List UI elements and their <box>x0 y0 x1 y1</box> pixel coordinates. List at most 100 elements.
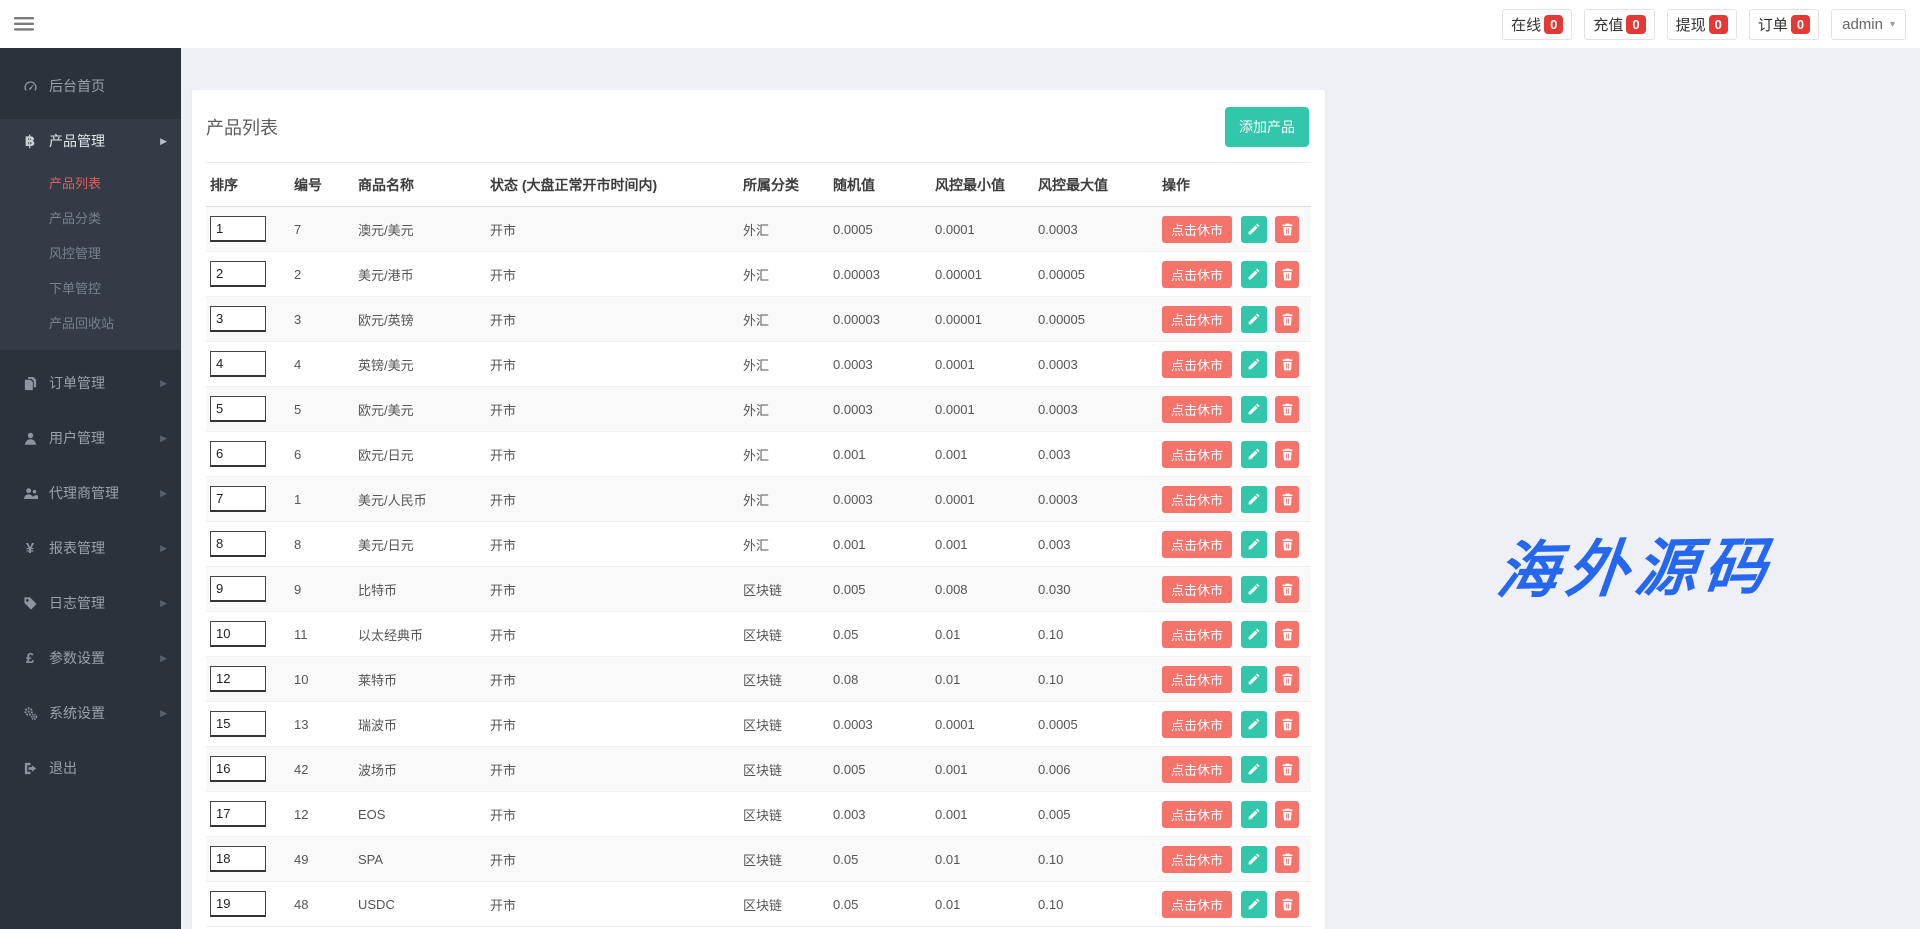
sidebar-item-reports[interactable]: ¥报表管理▶ <box>0 526 181 570</box>
close-market-button[interactable]: 点击休市 <box>1162 306 1232 333</box>
cell-risk-max: 0.10 <box>1034 657 1158 702</box>
topbar-stat-充值[interactable]: 充值 0 <box>1584 9 1654 40</box>
close-market-button[interactable]: 点击休市 <box>1162 621 1232 648</box>
topbar-stat-订单[interactable]: 订单 0 <box>1749 9 1819 40</box>
sort-input[interactable] <box>210 396 266 422</box>
edit-button[interactable] <box>1241 666 1267 693</box>
topbar-stat-提现[interactable]: 提现 0 <box>1667 9 1737 40</box>
delete-button[interactable] <box>1275 891 1299 918</box>
cell-name: 美元/港币 <box>354 252 486 297</box>
close-market-button[interactable]: 点击休市 <box>1162 801 1232 828</box>
close-market-button[interactable]: 点击休市 <box>1162 531 1232 558</box>
pound-icon: £ <box>20 651 40 666</box>
sort-input[interactable] <box>210 801 266 827</box>
close-market-button[interactable]: 点击休市 <box>1162 486 1232 513</box>
sidebar-item-orders[interactable]: 订单管理▶ <box>0 361 181 405</box>
pencil-icon <box>1247 807 1260 822</box>
close-market-button[interactable]: 点击休市 <box>1162 666 1232 693</box>
sort-input[interactable] <box>210 441 266 467</box>
table-row: 49 SPA 开市 区块链 0.05 0.01 0.10 点击休市 <box>206 837 1311 882</box>
edit-button[interactable] <box>1241 711 1267 738</box>
delete-button[interactable] <box>1275 801 1299 828</box>
delete-button[interactable] <box>1275 576 1299 603</box>
sort-input[interactable] <box>210 756 266 782</box>
close-market-button[interactable]: 点击休市 <box>1162 756 1232 783</box>
delete-button[interactable] <box>1275 441 1299 468</box>
delete-button[interactable] <box>1275 351 1299 378</box>
sort-input[interactable] <box>210 846 266 872</box>
close-market-button[interactable]: 点击休市 <box>1162 441 1232 468</box>
cell-sort <box>206 612 290 657</box>
delete-button[interactable] <box>1275 621 1299 648</box>
sidebar-item-logs[interactable]: 日志管理▶ <box>0 581 181 625</box>
table-row: 1 美元/人民币 开市 外汇 0.0003 0.0001 0.0003 点击休市 <box>206 477 1311 522</box>
edit-button[interactable] <box>1241 801 1267 828</box>
sidebar-item-label: 订单管理 <box>49 373 105 393</box>
delete-button[interactable] <box>1275 306 1299 333</box>
hamburger-icon[interactable] <box>14 15 40 33</box>
close-market-button[interactable]: 点击休市 <box>1162 891 1232 918</box>
close-market-button[interactable]: 点击休市 <box>1162 396 1232 423</box>
topbar-stat-在线[interactable]: 在线 0 <box>1502 9 1572 40</box>
bitcoin-icon: ฿ <box>20 134 40 149</box>
edit-button[interactable] <box>1241 216 1267 243</box>
sort-input[interactable] <box>210 891 266 917</box>
column-header-sort: 排序 <box>206 163 290 207</box>
sort-input[interactable] <box>210 576 266 602</box>
sidebar-item-products[interactable]: ฿产品管理▶ <box>0 119 181 163</box>
close-market-button[interactable]: 点击休市 <box>1162 846 1232 873</box>
sidebar-item-agents[interactable]: 代理商管理▶ <box>0 471 181 515</box>
close-market-button[interactable]: 点击休市 <box>1162 351 1232 378</box>
sidebar-item-home[interactable]: 后台首页 <box>0 64 181 108</box>
edit-button[interactable] <box>1241 846 1267 873</box>
close-market-button[interactable]: 点击休市 <box>1162 576 1232 603</box>
sidebar-subitem-product-list[interactable]: 产品列表 <box>0 165 181 200</box>
sidebar-item-params[interactable]: £参数设置▶ <box>0 636 181 680</box>
sidebar-item-logout[interactable]: 退出 <box>0 746 181 790</box>
sort-input[interactable] <box>210 306 266 332</box>
delete-button[interactable] <box>1275 846 1299 873</box>
close-market-button[interactable]: 点击休市 <box>1162 711 1232 738</box>
delete-button[interactable] <box>1275 486 1299 513</box>
delete-button[interactable] <box>1275 261 1299 288</box>
sort-input[interactable] <box>210 711 266 737</box>
sort-input[interactable] <box>210 351 266 377</box>
close-market-button[interactable]: 点击休市 <box>1162 216 1232 243</box>
edit-button[interactable] <box>1241 891 1267 918</box>
edit-button[interactable] <box>1241 576 1267 603</box>
cell-risk-max: 0.00005 <box>1034 297 1158 342</box>
sidebar-item-system[interactable]: 系统设置▶ <box>0 691 181 735</box>
sort-input[interactable] <box>210 486 266 512</box>
sort-input[interactable] <box>210 621 266 647</box>
edit-button[interactable] <box>1241 351 1267 378</box>
admin-menu[interactable]: admin ▾ <box>1831 9 1906 40</box>
sidebar-item-users[interactable]: 用户管理▶ <box>0 416 181 460</box>
delete-button[interactable] <box>1275 756 1299 783</box>
sort-input[interactable] <box>210 261 266 287</box>
add-product-button[interactable]: 添加产品 <box>1225 107 1309 147</box>
sidebar-subitem-order-control[interactable]: 下单管控 <box>0 270 181 305</box>
edit-button[interactable] <box>1241 306 1267 333</box>
edit-button[interactable] <box>1241 486 1267 513</box>
pencil-icon <box>1247 582 1260 597</box>
close-market-button[interactable]: 点击休市 <box>1162 261 1232 288</box>
sidebar-subitem-product-category[interactable]: 产品分类 <box>0 200 181 235</box>
edit-button[interactable] <box>1241 441 1267 468</box>
edit-button[interactable] <box>1241 396 1267 423</box>
sort-input[interactable] <box>210 216 266 242</box>
edit-button[interactable] <box>1241 756 1267 783</box>
edit-button[interactable] <box>1241 621 1267 648</box>
sidebar-subitem-product-recycle[interactable]: 产品回收站 <box>0 305 181 340</box>
sort-input[interactable] <box>210 531 266 557</box>
delete-button[interactable] <box>1275 666 1299 693</box>
cell-actions: 点击休市 <box>1158 477 1311 522</box>
edit-button[interactable] <box>1241 261 1267 288</box>
delete-button[interactable] <box>1275 396 1299 423</box>
cell-risk-max: 0.00005 <box>1034 252 1158 297</box>
delete-button[interactable] <box>1275 216 1299 243</box>
sidebar-subitem-risk-management[interactable]: 风控管理 <box>0 235 181 270</box>
delete-button[interactable] <box>1275 711 1299 738</box>
edit-button[interactable] <box>1241 531 1267 558</box>
sort-input[interactable] <box>210 666 266 692</box>
delete-button[interactable] <box>1275 531 1299 558</box>
